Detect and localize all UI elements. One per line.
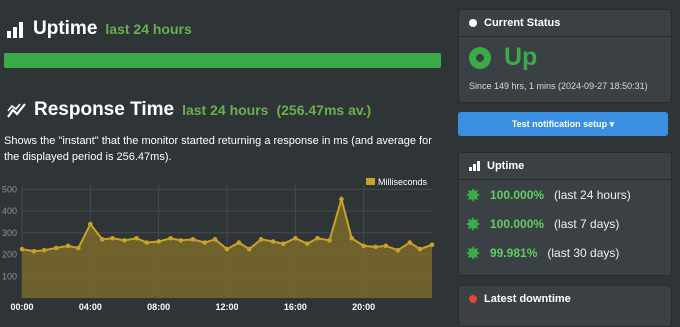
data-point <box>246 246 252 252</box>
status-value: Up <box>504 43 538 71</box>
response-average: (256.47ms av.) <box>276 102 372 118</box>
uptime-progress-bar <box>4 53 441 68</box>
data-point <box>178 238 184 243</box>
uptime-subtitle: last 24 hours <box>105 21 192 37</box>
data-point <box>373 244 378 250</box>
uptime-value: 100.000% <box>490 187 545 202</box>
data-point <box>122 238 127 243</box>
data-point <box>281 241 286 246</box>
x-tick-label: 20:00 <box>352 302 375 312</box>
test-notification-button[interactable]: Test notification setup ▾ <box>458 112 668 136</box>
badge-check-icon <box>466 245 480 260</box>
data-point <box>144 240 150 245</box>
uptime-period: (last 24 hours) <box>554 187 631 202</box>
data-point <box>327 238 332 243</box>
uptime-title: Uptime <box>33 18 98 39</box>
trend-line-icon <box>7 103 26 118</box>
data-point <box>293 235 298 241</box>
data-point <box>41 247 47 253</box>
data-point <box>168 235 173 241</box>
data-point <box>53 245 59 251</box>
status-up-icon <box>469 46 491 69</box>
y-tick-label: 200 <box>2 250 17 260</box>
data-point <box>202 240 208 245</box>
data-point <box>395 247 401 253</box>
legend-label: Milliseconds <box>378 177 428 187</box>
data-point <box>134 235 139 241</box>
x-tick-label: 08:00 <box>147 302 170 312</box>
status-since: Since 149 hrs, 1 mins (2024-09-27 18:50:… <box>469 81 648 91</box>
x-tick-label: 16:00 <box>284 302 307 312</box>
downtime-dot-icon <box>469 295 477 303</box>
y-tick-label: 400 <box>2 206 17 216</box>
uptime-period: (last 30 days) <box>547 245 620 260</box>
data-point <box>156 239 161 244</box>
y-tick-label: 500 <box>2 184 17 194</box>
data-point <box>361 243 366 249</box>
badge-check-icon <box>466 216 480 231</box>
data-point <box>99 237 105 242</box>
data-point <box>65 243 71 249</box>
uptime-item: 100.000% (last 7 days) <box>459 209 671 238</box>
data-point <box>315 235 320 241</box>
response-subtitle: last 24 hours <box>182 102 269 118</box>
data-point <box>212 237 218 242</box>
test-notification-label: Test notification setup ▾ <box>511 118 615 129</box>
data-point <box>31 248 37 254</box>
status-dot-icon <box>469 19 477 27</box>
response-title: Response Time <box>34 99 175 120</box>
uptime-heading: Uptime last 24 hours <box>7 18 192 40</box>
data-point <box>407 240 413 245</box>
legend-swatch <box>366 178 375 185</box>
current-status-panel: Current Status Up Since 149 hrs, 1 mins … <box>458 9 672 103</box>
y-tick-label: 300 <box>2 228 17 238</box>
data-point <box>383 243 389 249</box>
x-tick-label: 00:00 <box>10 302 33 312</box>
badge-check-icon <box>466 187 480 202</box>
bar-chart-icon <box>7 21 24 38</box>
data-point <box>88 221 93 227</box>
uptime-item: 100.000% (last 24 hours) <box>459 180 671 209</box>
data-point <box>339 196 344 202</box>
uptime-panel-header: Uptime <box>459 153 671 180</box>
response-time-chart: 500 400 300 200 100 00:00 04:00 08:00 12:00 16:00… <box>2 177 435 312</box>
uptime-period: (last 7 days) <box>554 216 620 231</box>
data-point <box>258 237 264 242</box>
data-point <box>349 235 355 241</box>
response-time-heading: Response Time last 24 hours (256.47ms av… <box>7 99 371 121</box>
main-panel: Uptime last 24 hours Response Time last … <box>0 0 448 314</box>
uptime-panel: Uptime 100.000% (last 24 hours) 100.000%… <box>458 152 672 276</box>
latest-downtime-panel: Latest downtime <box>458 285 672 327</box>
response-description: Shows the "instant" that the monitor sta… <box>4 135 432 163</box>
data-point <box>110 235 115 241</box>
data-point <box>19 246 25 252</box>
x-tick-label: 12:00 <box>215 302 238 312</box>
bar-chart-icon <box>469 161 480 171</box>
data-point <box>429 242 435 248</box>
uptime-value: 100.000% <box>490 216 545 231</box>
x-tick-label: 04:00 <box>79 302 102 312</box>
uptime-panel-title: Uptime <box>487 160 525 172</box>
data-point <box>224 246 230 252</box>
data-point <box>190 237 196 242</box>
uptime-value: 99.981% <box>490 245 538 260</box>
data-point <box>417 246 423 252</box>
data-point <box>270 239 276 244</box>
latest-downtime-header: Latest downtime <box>459 286 671 312</box>
side-panel: Current Status Up Since 149 hrs, 1 mins … <box>448 0 680 327</box>
data-point <box>236 240 242 245</box>
latest-downtime-title: Latest downtime <box>484 293 571 305</box>
current-status-header: Current Status <box>459 10 671 37</box>
y-tick-label: 100 <box>2 271 17 281</box>
data-point <box>76 245 81 251</box>
current-status-title: Current Status <box>484 17 561 29</box>
uptime-item: 99.981% (last 30 days) <box>459 238 671 267</box>
data-point <box>304 241 310 246</box>
